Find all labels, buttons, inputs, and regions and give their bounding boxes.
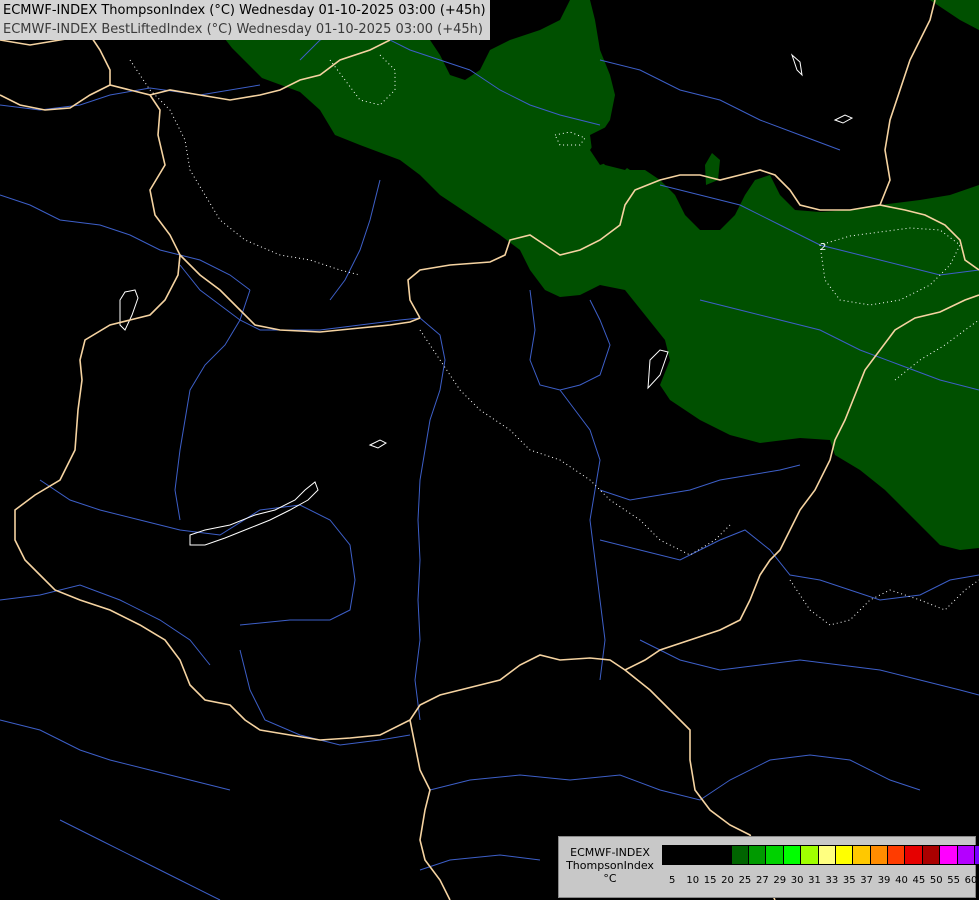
legend-tick-label: 60 (964, 875, 978, 886)
legend-swatch (853, 845, 871, 865)
legend-tick-label: 15 (703, 875, 717, 886)
legend-swatch (731, 845, 749, 865)
legend-swatch (679, 845, 697, 865)
legend-ticks: 5 10 15 20 25 27 29 30 31 33 35 37 39 40 45 50 55 60 (669, 875, 979, 887)
legend-tick-label: 20 (721, 875, 734, 886)
legend-tick-label: 45 (912, 875, 926, 886)
legend-swatch (870, 845, 889, 865)
map-canvas: 2 (0, 0, 979, 900)
color-legend: ECMWF-INDEX ThompsonIndex °C 5 10 15 20 25 27… (558, 836, 979, 898)
legend-swatch (801, 845, 819, 865)
legend-swatches (662, 845, 979, 865)
legend-tick-label: 5 (669, 875, 676, 886)
legend-tick-label: 31 (808, 875, 821, 886)
legend-unit: °C (603, 872, 617, 885)
legend-tick-label: 39 (877, 875, 891, 886)
legend-tick-label: 29 (773, 875, 787, 886)
legend-label: ECMWF-INDEX ThompsonIndex °C (561, 846, 659, 885)
legend-swatch (888, 845, 906, 865)
legend-swatch (835, 845, 854, 865)
legend-swatch (714, 845, 732, 865)
legend-swatch (818, 845, 836, 865)
legend-tick-label: 40 (895, 875, 908, 886)
legend-swatch (783, 845, 802, 865)
legend-tick-label: 37 (860, 875, 874, 886)
legend-tick-label: 10 (686, 875, 700, 886)
legend-tick-label: 33 (825, 875, 839, 886)
legend-swatch (957, 845, 976, 865)
map-title-box: ECMWF-INDEX ThompsonIndex (°C) Wednesday… (0, 0, 490, 40)
legend-swatch (696, 845, 715, 865)
contour-label: 2 (820, 242, 826, 253)
legend-model: ECMWF-INDEX (570, 846, 650, 859)
legend-tick-label: 27 (755, 875, 769, 886)
legend-swatch (975, 845, 979, 865)
legend-tick-label: 50 (929, 875, 943, 886)
legend-swatch (748, 845, 767, 865)
legend-tick-label: 55 (947, 875, 960, 886)
legend-tick-label: 35 (842, 875, 856, 886)
title-thompson-index: ECMWF-INDEX ThompsonIndex (°C) Wednesday… (3, 3, 486, 18)
legend-swatch (662, 845, 680, 865)
legend-index: ThompsonIndex (566, 859, 654, 872)
legend-swatch (905, 845, 923, 865)
legend-swatch (766, 845, 784, 865)
legend-swatch (922, 845, 941, 865)
title-best-lifted-index: ECMWF-INDEX BestLiftedIndex (°C) Wednesd… (3, 22, 483, 37)
legend-swatch (940, 845, 958, 865)
legend-tick-label: 30 (790, 875, 804, 886)
legend-tick-label: 25 (738, 875, 752, 886)
